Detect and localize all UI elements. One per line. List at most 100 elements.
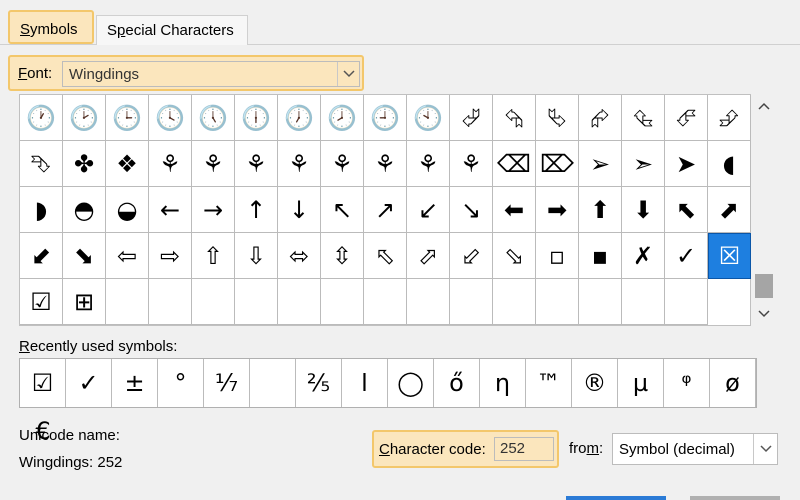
symbol-cell[interactable]: ⚘ — [278, 141, 321, 187]
symbol-cell[interactable]: ➢ — [579, 141, 622, 187]
symbol-cell[interactable]: ⇳ — [321, 233, 364, 279]
recent-symbol-cell[interactable]: ™ — [526, 359, 572, 407]
font-select[interactable]: Wingdings — [62, 61, 360, 87]
symbol-cell[interactable]: 🕘 — [364, 95, 407, 141]
symbol-cell[interactable] — [321, 279, 364, 325]
scroll-down-button[interactable] — [752, 304, 776, 324]
recent-symbol-cell[interactable]: ✓ — [66, 359, 112, 407]
recent-symbol-cell[interactable]: ő — [434, 359, 480, 407]
symbol-cell[interactable]: ◗ — [20, 187, 63, 233]
symbol-cell[interactable]: ⌫ — [493, 141, 536, 187]
symbol-cell[interactable]: ⇧ — [192, 233, 235, 279]
symbol-cell[interactable]: ⚘ — [364, 141, 407, 187]
symbol-cell[interactable]: → — [192, 187, 235, 233]
symbol-cell[interactable]: ☒ — [708, 233, 751, 279]
symbol-cell[interactable]: ⮳ — [579, 95, 622, 141]
recent-symbol-cell[interactable]: ☑ — [20, 359, 66, 407]
recent-symbol-cell[interactable]: η — [480, 359, 526, 407]
symbol-cell[interactable]: 🕗 — [321, 95, 364, 141]
symbol-cell[interactable]: ⮶ — [665, 95, 708, 141]
symbol-cell[interactable]: ⇦ — [106, 233, 149, 279]
symbol-cell[interactable] — [622, 279, 665, 325]
symbol-cell[interactable]: 🕓 — [149, 95, 192, 141]
symbol-cell[interactable] — [493, 279, 536, 325]
symbol-cell[interactable]: ➡ — [536, 187, 579, 233]
symbol-cell[interactable]: ✤ — [63, 141, 106, 187]
recent-symbol-cell[interactable]: ± — [112, 359, 158, 407]
symbol-cell[interactable]: ◒ — [106, 187, 149, 233]
symbol-cell[interactable] — [106, 279, 149, 325]
recent-symbol-cell[interactable]: ا — [342, 359, 388, 407]
from-select-dropdown-button[interactable] — [753, 434, 777, 464]
symbol-cell[interactable]: ⬁ — [364, 233, 407, 279]
symbol-cell[interactable]: ✗ — [622, 233, 665, 279]
symbol-cell[interactable]: ⮵ — [708, 95, 751, 141]
font-select-dropdown-button[interactable] — [337, 62, 359, 86]
symbol-cell[interactable] — [579, 279, 622, 325]
symbol-cell[interactable]: ▪ — [579, 233, 622, 279]
symbol-cell[interactable]: ⌦ — [536, 141, 579, 187]
symbol-cell[interactable]: ↗ — [364, 187, 407, 233]
symbol-cell[interactable] — [149, 279, 192, 325]
symbol-cell[interactable]: ⊞ — [63, 279, 106, 325]
symbol-cell[interactable]: ✓ — [665, 233, 708, 279]
symbol-cell[interactable]: ⮷ — [20, 141, 63, 187]
symbol-cell[interactable] — [665, 279, 708, 325]
symbol-cell[interactable]: ⚘ — [149, 141, 192, 187]
symbol-cell[interactable]: ⬉ — [665, 187, 708, 233]
scroll-up-button[interactable] — [752, 96, 776, 116]
symbol-cell[interactable]: 🕐 — [20, 95, 63, 141]
symbol-cell[interactable]: ↘ — [450, 187, 493, 233]
symbol-cell[interactable]: 🕙 — [407, 95, 450, 141]
symbol-cell[interactable]: ◓ — [63, 187, 106, 233]
symbol-cell[interactable]: ⚘ — [407, 141, 450, 187]
symbol-cell[interactable]: ⬂ — [493, 233, 536, 279]
symbol-cell[interactable]: ↖ — [321, 187, 364, 233]
recent-symbol-cell[interactable]: ® — [572, 359, 618, 407]
symbol-cell[interactable]: ⬈ — [708, 187, 751, 233]
symbol-cell[interactable]: ➤ — [665, 141, 708, 187]
symbol-cell[interactable]: ⬃ — [450, 233, 493, 279]
symbol-cell[interactable]: ⬅ — [493, 187, 536, 233]
tab-symbols[interactable]: Symbols — [8, 10, 94, 44]
symbol-cell[interactable] — [407, 279, 450, 325]
symbol-cell[interactable]: ⮰ — [450, 95, 493, 141]
symbol-cell[interactable]: ☑ — [20, 279, 63, 325]
recent-symbol-cell[interactable]: µ — [618, 359, 664, 407]
symbol-cell[interactable]: ⇩ — [235, 233, 278, 279]
symbol-cell[interactable]: ⬋ — [20, 233, 63, 279]
symbol-cell[interactable]: ↑ — [235, 187, 278, 233]
insert-button-edge[interactable] — [566, 496, 666, 500]
symbol-cell[interactable] — [364, 279, 407, 325]
symbol-cell[interactable]: 🕑 — [63, 95, 106, 141]
cancel-button-edge[interactable] — [690, 496, 780, 500]
symbol-cell[interactable]: ⮲ — [493, 95, 536, 141]
symbol-cell[interactable]: ❖ — [106, 141, 149, 187]
recent-symbol-cell[interactable]: ᵠ — [664, 359, 710, 407]
symbol-cell[interactable]: ⬇ — [622, 187, 665, 233]
symbol-cell[interactable]: ↙ — [407, 187, 450, 233]
character-code-input[interactable]: 252 — [494, 437, 554, 461]
symbol-cell[interactable]: ⚘ — [321, 141, 364, 187]
symbol-cell[interactable]: ⬊ — [63, 233, 106, 279]
recent-symbol-cell[interactable]: ø — [710, 359, 756, 407]
symbol-cell[interactable]: ➣ — [622, 141, 665, 187]
symbol-cell[interactable]: ⬀ — [407, 233, 450, 279]
recent-symbol-cell[interactable]: ⅖ — [296, 359, 342, 407]
symbol-cell[interactable] — [192, 279, 235, 325]
symbol-cell[interactable] — [450, 279, 493, 325]
symbol-cell[interactable]: ⮱ — [536, 95, 579, 141]
symbol-cell[interactable] — [235, 279, 278, 325]
symbol-cell[interactable]: 🕒 — [106, 95, 149, 141]
symbol-cell[interactable]: ⚘ — [450, 141, 493, 187]
symbol-cell[interactable]: ⚘ — [192, 141, 235, 187]
symbol-cell[interactable]: ⬆ — [579, 187, 622, 233]
recent-symbol-cell[interactable] — [250, 359, 296, 407]
symbol-cell[interactable] — [536, 279, 579, 325]
symbol-cell[interactable]: ⮴ — [622, 95, 665, 141]
recent-symbol-cell[interactable]: ◯ — [388, 359, 434, 407]
symbol-cell[interactable] — [278, 279, 321, 325]
symbol-cell[interactable]: ◖ — [708, 141, 751, 187]
recent-symbol-cell[interactable]: ⅐ — [204, 359, 250, 407]
symbol-cell[interactable]: ▫ — [536, 233, 579, 279]
